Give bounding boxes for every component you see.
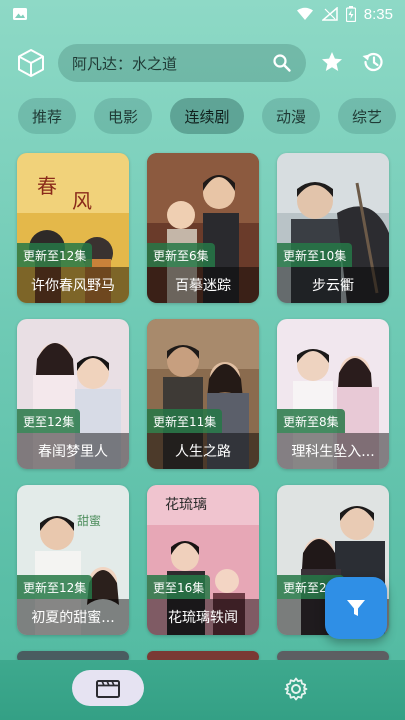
series-card-partial[interactable]	[17, 651, 129, 660]
series-card-partial[interactable]	[147, 651, 259, 660]
bottom-navigation	[0, 660, 405, 720]
tab-variety[interactable]: 综艺	[338, 98, 396, 134]
tab-recommended[interactable]: 推荐	[18, 98, 76, 134]
gear-icon[interactable]	[283, 676, 309, 702]
signal-icon	[321, 7, 338, 21]
episode-badge: 更新至12集	[17, 575, 93, 599]
search-icon[interactable]	[272, 53, 292, 73]
poster-image	[147, 651, 259, 660]
series-title: 花琉璃轶闻	[147, 599, 259, 635]
app-header: 阿凡达：水之道	[0, 40, 405, 84]
episode-badge: 更新至12集	[17, 243, 93, 267]
tab-series[interactable]: 连续剧	[170, 98, 244, 134]
status-bar: 8:35	[0, 0, 405, 28]
nav-film-tab[interactable]	[72, 670, 144, 706]
battery-icon	[345, 6, 356, 22]
svg-text:风: 风	[72, 189, 92, 213]
series-title: 人生之路	[147, 433, 259, 469]
cube-icon[interactable]	[16, 48, 46, 78]
status-time: 8:35	[363, 5, 393, 23]
series-card[interactable]: 甜蜜 更新至12集 初夏的甜蜜...	[17, 485, 129, 635]
episode-badge: 更新至11集	[147, 409, 223, 433]
series-title: 春闺梦里人	[17, 433, 129, 469]
poster-image	[17, 651, 129, 660]
series-card[interactable]: 春 风 更新至12集 许你春风野马	[17, 153, 129, 303]
filter-button[interactable]	[325, 577, 387, 639]
episode-badge: 更至12集	[17, 409, 81, 433]
tab-anime[interactable]: 动漫	[262, 98, 320, 134]
series-title: 许你春风野马	[17, 267, 129, 303]
series-card[interactable]: 更新至6集 百摹迷踪	[147, 153, 259, 303]
history-icon[interactable]	[360, 49, 386, 75]
category-tabs: 推荐 电影 连续剧 动漫 综艺	[0, 98, 405, 136]
series-card[interactable]: 花琉璃 更至16集 花琉璃轶闻	[147, 485, 259, 635]
tab-movies[interactable]: 电影	[94, 98, 152, 134]
svg-text:春: 春	[37, 174, 57, 198]
search-input[interactable]: 阿凡达：水之道	[58, 44, 306, 82]
episode-badge: 更至16集	[147, 575, 211, 599]
series-card[interactable]: 更新至11集 人生之路	[147, 319, 259, 469]
episode-badge: 更新至10集	[277, 243, 353, 267]
series-title: 百摹迷踪	[147, 267, 259, 303]
wifi-icon	[296, 7, 313, 20]
filter-icon	[347, 600, 365, 616]
series-card[interactable]: 更新至10集 步云衢	[277, 153, 389, 303]
poster-image	[277, 651, 389, 660]
svg-text:甜蜜: 甜蜜	[77, 513, 101, 528]
svg-text:花琉璃: 花琉璃	[165, 496, 207, 513]
series-title: 初夏的甜蜜...	[17, 599, 129, 635]
series-card[interactable]: 更至12集 春闺梦里人	[17, 319, 129, 469]
series-card-partial[interactable]	[277, 651, 389, 660]
series-title: 理科生坠入...	[277, 433, 389, 469]
episode-badge: 更新至6集	[147, 243, 215, 267]
gallery-notification-icon	[13, 8, 27, 20]
film-icon	[96, 680, 120, 698]
search-query: 阿凡达：水之道	[72, 54, 178, 73]
star-icon[interactable]	[320, 50, 344, 74]
series-card[interactable]: 更新至8集 理科生坠入...	[277, 319, 389, 469]
episode-badge: 更新至8集	[277, 409, 345, 433]
series-title: 步云衢	[277, 267, 389, 303]
